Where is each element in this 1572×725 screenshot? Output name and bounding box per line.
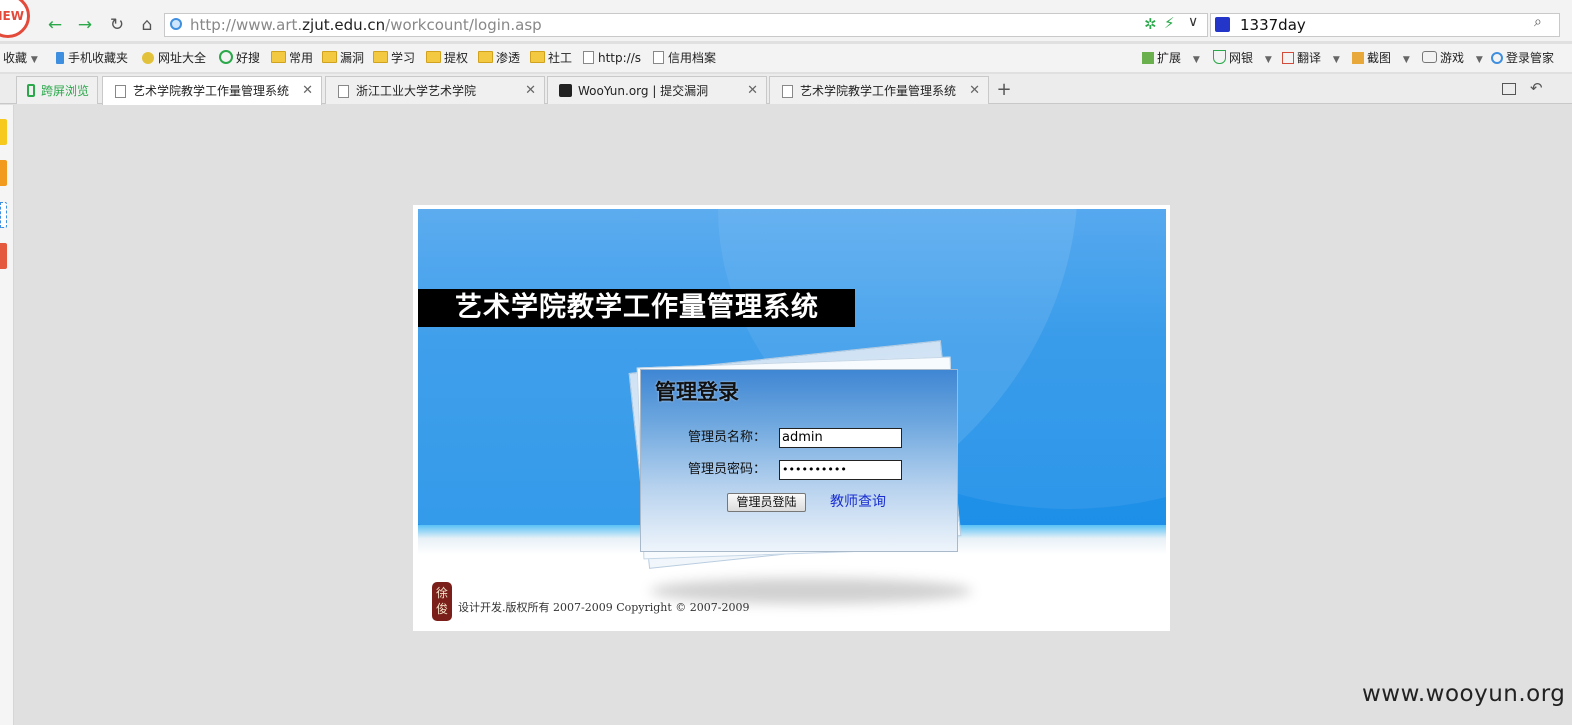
search-input[interactable]: 1337day: [1240, 14, 1306, 36]
tab-workload-system[interactable]: 艺术学院教学工作量管理系统 ✕: [102, 76, 322, 105]
bookmark-directory[interactable]: 网址大全: [142, 47, 206, 69]
bookmark-folder-pentest[interactable]: 渗透: [478, 47, 520, 69]
admin-login-button[interactable]: 管理员登陆: [727, 493, 806, 512]
phone-icon: [27, 84, 35, 97]
scissors-icon: [1352, 52, 1364, 64]
folder-icon: [478, 51, 493, 63]
sidebar-shortcut-2[interactable]: [0, 160, 7, 186]
teacher-query-link[interactable]: 教师查询: [830, 493, 886, 512]
close-icon[interactable]: ✕: [969, 77, 980, 104]
folder-icon: [426, 51, 441, 63]
globe-icon: [170, 18, 182, 30]
translate-icon: [1282, 52, 1294, 64]
author-seal: 徐俊: [432, 582, 452, 621]
tool-screenshot[interactable]: 截图 ▼: [1352, 47, 1410, 69]
key-icon: [1491, 52, 1503, 64]
wooyun-icon: [559, 84, 572, 97]
sidebar-shortcut-3[interactable]: [0, 202, 7, 228]
shield-icon: [1213, 50, 1226, 64]
tab-cross-screen[interactable]: 跨屏浏览: [16, 76, 98, 104]
bookmark-favorites[interactable]: 收藏 ▼: [3, 47, 38, 69]
bookmark-mobile[interactable]: 手机收藏夹: [56, 47, 128, 69]
directory-icon: [142, 52, 154, 64]
bookmark-http[interactable]: http://s: [583, 47, 641, 69]
copyright-text: 设计开发.版权所有 2007-2009 Copyright © 2007-200…: [458, 601, 750, 614]
bookmark-folder-common[interactable]: 常用: [271, 47, 313, 69]
password-label: 管理员密码：: [688, 462, 767, 477]
close-icon[interactable]: ✕: [747, 77, 758, 104]
new-tab-button[interactable]: +: [994, 78, 1014, 102]
url-text[interactable]: http://www.art.zjut.edu.cn/workcount/log…: [190, 14, 542, 36]
password-input[interactable]: ••••••••••: [779, 460, 902, 480]
bookmark-credit[interactable]: 信用档案: [653, 47, 716, 69]
side-strip: [0, 105, 14, 725]
sidebar-shortcut-1[interactable]: [0, 119, 7, 145]
reload-icon: ↻: [109, 15, 125, 35]
title-bar: [0, 0, 1572, 10]
bookmark-folder-social[interactable]: 社工: [530, 47, 572, 69]
dropdown-arrow-icon: ▼: [1264, 55, 1272, 65]
haosou-icon: [219, 50, 233, 64]
arrow-left-icon: ←: [47, 15, 63, 35]
page-icon: [782, 85, 793, 98]
home-icon: ⌂: [141, 15, 153, 35]
tab-workload-system-2[interactable]: 艺术学院教学工作量管理系统 ✕: [769, 76, 989, 104]
extensions-icon: [1142, 52, 1154, 64]
search-icon[interactable]: ⌕: [1534, 14, 1542, 30]
dropdown-arrow-icon: ▼: [1192, 55, 1200, 65]
phone-icon: [56, 52, 64, 64]
page-icon: [583, 51, 594, 64]
dropdown-arrow-icon: ▼: [30, 55, 38, 65]
dropdown-arrow-icon: ▼: [1332, 55, 1340, 65]
reload-button[interactable]: ↻: [104, 14, 130, 36]
undo-icon[interactable]: ↶: [1530, 79, 1543, 97]
dropdown-arrow-icon: ▼: [1475, 55, 1483, 65]
tab-zjut-art[interactable]: 浙江工业大学艺术学院 ✕: [325, 76, 545, 104]
close-icon[interactable]: ✕: [302, 77, 313, 105]
page-icon: [653, 51, 664, 64]
tool-bank[interactable]: 网银 ▼: [1213, 47, 1272, 69]
tool-translate[interactable]: 翻译 ▼: [1282, 47, 1340, 69]
tool-games[interactable]: 游戏 ▼: [1422, 47, 1483, 69]
forward-button[interactable]: →: [72, 14, 98, 36]
folder-icon: [271, 51, 286, 63]
folder-icon: [322, 51, 337, 63]
chevron-down-icon[interactable]: ∨: [1188, 14, 1198, 30]
arrow-right-icon: →: [77, 15, 93, 35]
bookmark-folder-study[interactable]: 学习: [373, 47, 415, 69]
lightning-icon[interactable]: ⚡: [1164, 14, 1175, 32]
close-icon[interactable]: ✕: [525, 77, 536, 104]
tool-login-manager[interactable]: 登录管家: [1491, 47, 1554, 69]
username-input[interactable]: admin: [779, 428, 902, 448]
login-title: 管理登录: [655, 380, 739, 404]
sidebar-shortcut-4[interactable]: [0, 243, 7, 269]
search-engine-icon[interactable]: [1215, 17, 1230, 32]
system-title: 艺术学院教学工作量管理系统: [455, 292, 819, 323]
page-icon: [115, 85, 126, 98]
folder-icon: [373, 51, 388, 63]
back-button[interactable]: ←: [42, 14, 68, 36]
speed-icon[interactable]: ✲: [1144, 15, 1157, 33]
bookmark-haosou[interactable]: 好搜: [219, 47, 260, 69]
tab-list-icon[interactable]: [1502, 83, 1516, 95]
username-label: 管理员名称：: [688, 430, 767, 445]
gamepad-icon: [1422, 51, 1437, 63]
home-button[interactable]: ⌂: [134, 14, 160, 36]
dropdown-arrow-icon: ▼: [1402, 55, 1410, 65]
folder-icon: [530, 51, 545, 63]
tab-wooyun[interactable]: WooYun.org | 提交漏洞 ✕: [547, 76, 767, 104]
page-icon: [338, 85, 349, 98]
tool-extensions[interactable]: 扩展 ▼: [1142, 47, 1200, 69]
bookmark-folder-privilege[interactable]: 提权: [426, 47, 468, 69]
watermark: www.wooyun.org: [1362, 681, 1566, 707]
bookmark-folder-vuln[interactable]: 漏洞: [322, 47, 364, 69]
